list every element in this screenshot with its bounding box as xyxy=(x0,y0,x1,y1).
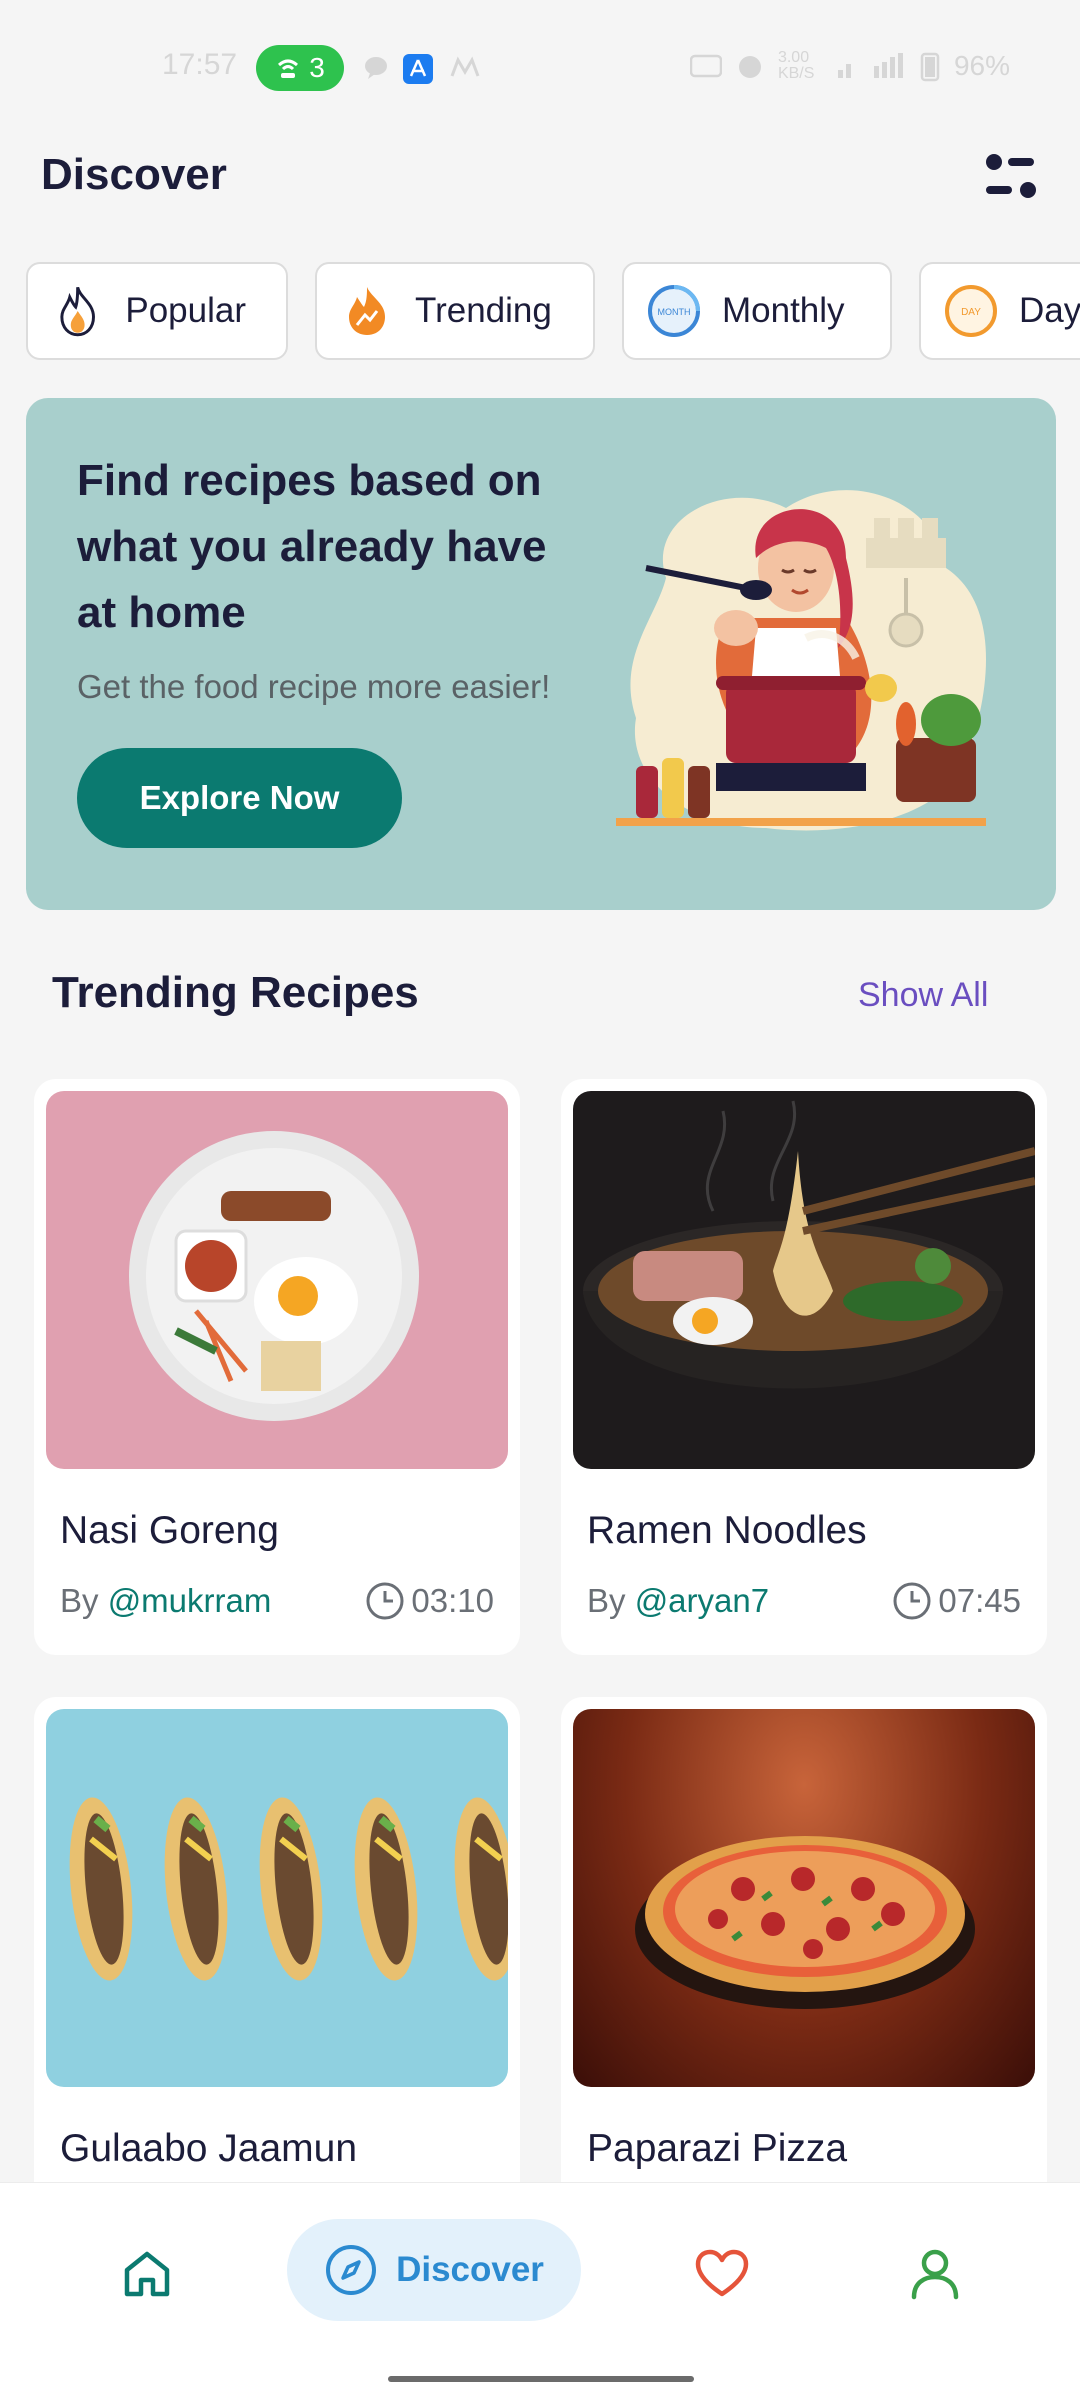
home-indicator[interactable] xyxy=(388,2376,694,2382)
filter-icon xyxy=(986,154,1036,198)
home-icon xyxy=(124,2251,170,2297)
nav-profile[interactable] xyxy=(900,2239,970,2309)
nfc-icon xyxy=(689,54,722,78)
recipe-image xyxy=(46,1091,508,1469)
hotspot-count: 3 xyxy=(309,52,325,83)
flame-icon xyxy=(60,286,95,337)
banner-title: Find recipes based on what you already h… xyxy=(77,456,547,637)
day-icon-text: DAY xyxy=(961,307,981,318)
nasi-goreng-image xyxy=(129,1131,419,1421)
recipe-by-label: By xyxy=(60,1582,99,1619)
status-right-group: 3.00 KB/S 96% xyxy=(689,49,1010,82)
hotspot-indicator: 3 xyxy=(256,45,344,91)
recipe-time-value: 07:45 xyxy=(938,1582,1021,1619)
status-bar: 17:57 3 3.00 KB/S 96% xyxy=(0,0,1080,130)
chip-popular[interactable]: Popular xyxy=(26,262,288,360)
chip-label: Popular xyxy=(125,291,246,330)
ramen-noodles-image xyxy=(583,1100,1035,1389)
recipe-meta: By @mukrram 03:10 xyxy=(60,1581,494,1621)
show-all-link[interactable]: Show All xyxy=(858,976,988,1015)
profile-icon xyxy=(911,2249,959,2300)
category-chips: Popular Trending MONTH Monthly DAY Day xyxy=(26,262,1080,360)
chip-label: Day xyxy=(1019,291,1080,330)
nav-discover-label: Discover xyxy=(396,2250,544,2289)
recipe-by-label: By xyxy=(587,1582,626,1619)
month-clock-icon: MONTH xyxy=(648,285,700,337)
recipe-name: Nasi Goreng xyxy=(60,1509,279,1552)
status-time: 17:57 xyxy=(162,48,238,81)
recipe-image xyxy=(573,1709,1035,2087)
recipe-card-nasi-goreng[interactable]: Nasi Goreng By @mukrram 03:10 xyxy=(34,1079,520,1655)
nav-favorites[interactable] xyxy=(687,2239,757,2309)
recipe-author-row: By @mukrram xyxy=(60,1582,271,1620)
recipe-author[interactable]: @mukrram xyxy=(108,1582,272,1619)
fire-trend-icon xyxy=(349,287,385,335)
recipe-author[interactable]: @aryan7 xyxy=(635,1582,769,1619)
page-title: Discover xyxy=(41,150,227,199)
chat-notification-icon xyxy=(365,57,387,79)
pizza-image xyxy=(635,1836,975,2009)
chip-monthly[interactable]: MONTH Monthly xyxy=(622,262,892,360)
banner-subtitle: Get the food recipe more easier! xyxy=(77,668,551,705)
battery-level: 96% xyxy=(953,50,1010,81)
app-store-notification-icon xyxy=(403,54,433,84)
tacos-image xyxy=(69,1797,508,1981)
chip-label: Trending xyxy=(415,291,552,330)
chip-day[interactable]: DAY Day xyxy=(919,262,1080,360)
nav-discover[interactable]: Discover xyxy=(287,2219,581,2321)
network-speed: 3.00 KB/S xyxy=(777,49,815,82)
heart-icon xyxy=(695,2249,749,2297)
promo-banner: Find recipes based on what you already h… xyxy=(26,398,1056,910)
recipe-author-row: By @aryan7 xyxy=(587,1582,769,1620)
recipe-name: Paparazi Pizza xyxy=(587,2127,848,2170)
m-notification-icon xyxy=(450,56,480,77)
filter-button[interactable] xyxy=(980,148,1042,210)
month-icon-text: MONTH xyxy=(658,307,691,317)
section-title-trending: Trending Recipes xyxy=(52,968,419,1017)
recipe-card-ramen-noodles[interactable]: Ramen Noodles By @aryan7 07:45 xyxy=(561,1079,1047,1655)
battery-icon xyxy=(920,52,940,82)
chip-trending[interactable]: Trending xyxy=(315,262,595,360)
recipe-time-value: 03:10 xyxy=(411,1582,494,1619)
recipe-time: 07:45 xyxy=(892,1581,1021,1621)
bottom-navigation: Discover xyxy=(0,2182,1080,2400)
clock-icon xyxy=(366,1582,404,1620)
chef-cooking-illustration xyxy=(616,490,986,831)
recipe-name: Gulaabo Jaamun xyxy=(60,2127,358,2170)
recipe-name: Ramen Noodles xyxy=(587,1509,867,1552)
clock-icon xyxy=(893,1582,931,1620)
recipe-time: 03:10 xyxy=(365,1581,494,1621)
recipe-image xyxy=(573,1091,1035,1469)
nav-home[interactable] xyxy=(112,2239,182,2309)
chip-label: Monthly xyxy=(722,291,845,330)
day-clock-icon: DAY xyxy=(945,285,997,337)
recipe-image xyxy=(46,1709,508,2087)
explore-now-button[interactable]: Explore Now xyxy=(77,748,402,848)
hotspot-icon xyxy=(278,59,299,78)
compass-icon xyxy=(326,2245,377,2295)
signal-icon xyxy=(837,53,903,78)
alarm-icon xyxy=(738,56,761,78)
recipe-meta: By @aryan7 07:45 xyxy=(587,1581,1021,1621)
